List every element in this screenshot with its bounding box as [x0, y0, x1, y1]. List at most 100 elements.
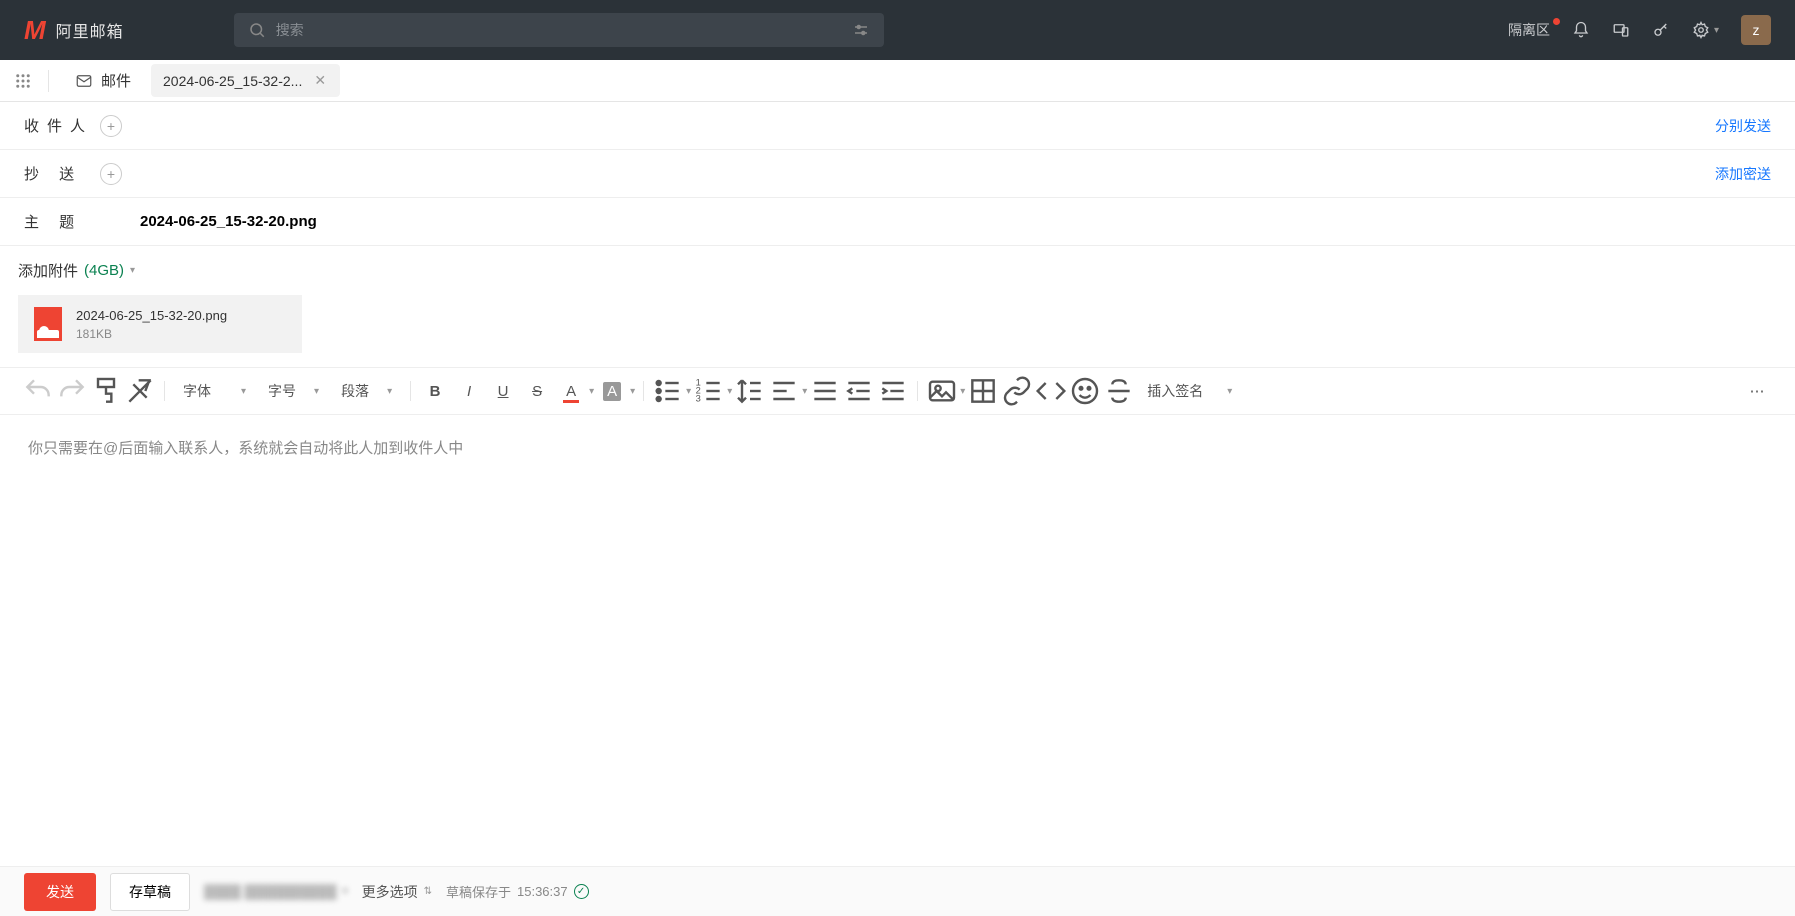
- chevron-down-icon: ▾: [241, 386, 246, 397]
- devices-icon[interactable]: [1612, 21, 1630, 39]
- add-recipient-button[interactable]: +: [100, 115, 122, 137]
- subject-input[interactable]: [100, 213, 1771, 230]
- font-size-select[interactable]: 字号▾: [258, 381, 329, 401]
- chevron-down-icon[interactable]: ▾: [686, 386, 691, 397]
- recipients-row: 收件人 + 分别发送: [0, 102, 1795, 150]
- attachment-filename: 2024-06-25_15-32-20.png: [76, 308, 227, 323]
- chevron-down-icon: ▾: [1714, 25, 1719, 36]
- cc-label: 抄 送: [24, 163, 100, 184]
- image-file-icon: [34, 307, 62, 341]
- save-draft-button[interactable]: 存草稿: [110, 873, 190, 911]
- search-input[interactable]: [276, 22, 842, 38]
- line-height-button[interactable]: [734, 375, 766, 407]
- outdent-button[interactable]: [843, 375, 875, 407]
- notification-dot-icon: [1553, 18, 1560, 25]
- to-label: 收件人: [24, 115, 100, 136]
- clear-format-button[interactable]: [124, 375, 156, 407]
- chevron-down-icon: ▾: [1227, 386, 1232, 397]
- strikethrough-button[interactable]: S: [521, 375, 553, 407]
- draft-saved-status: 草稿保存于 15:36:37 ✓: [446, 882, 589, 901]
- attachment-header[interactable]: 添加附件 (4GB) ▾: [0, 246, 1795, 295]
- attachment-limit: (4GB): [84, 262, 124, 279]
- chevron-down-icon[interactable]: ▾: [802, 386, 807, 397]
- format-painter-button[interactable]: [90, 375, 122, 407]
- tab-bar: 邮件 2024-06-25_15-32-2... ✕: [0, 60, 1795, 102]
- top-header: M 阿里邮箱 隔离区 ▾ z: [0, 0, 1795, 60]
- redo-button[interactable]: [56, 375, 88, 407]
- indent-button[interactable]: [877, 375, 909, 407]
- header-actions: 隔离区 ▾ z: [1508, 15, 1771, 45]
- bullet-list-button[interactable]: [652, 375, 684, 407]
- font-family-select[interactable]: 字体▾: [173, 381, 256, 401]
- key-icon[interactable]: [1652, 21, 1670, 39]
- tab-compose[interactable]: 2024-06-25_15-32-2... ✕: [151, 64, 340, 97]
- check-icon: ✓: [574, 884, 589, 899]
- emoji-button[interactable]: [1069, 375, 1101, 407]
- add-bcc-link[interactable]: 添加密送: [1715, 164, 1771, 184]
- chevron-down-icon[interactable]: ▾: [960, 386, 965, 397]
- undo-button[interactable]: [22, 375, 54, 407]
- code-button[interactable]: [1035, 375, 1067, 407]
- chevron-down-icon: ▾: [343, 886, 348, 897]
- apps-grid-icon[interactable]: [14, 72, 32, 90]
- subject-label: 主 题: [24, 211, 100, 232]
- separator: [917, 381, 918, 401]
- more-options-label: 更多选项: [362, 882, 418, 902]
- numbered-list-button[interactable]: 123: [693, 375, 725, 407]
- saved-time: 15:36:37: [517, 884, 568, 899]
- separator: [164, 381, 165, 401]
- saved-prefix: 草稿保存于: [446, 882, 511, 901]
- add-attachment-label: 添加附件: [18, 260, 78, 281]
- chevron-down-icon[interactable]: ▾: [630, 386, 635, 397]
- send-separately-link[interactable]: 分别发送: [1715, 116, 1771, 136]
- image-button[interactable]: [926, 375, 958, 407]
- separator: [643, 381, 644, 401]
- more-options[interactable]: 更多选项 ⇅: [362, 882, 432, 902]
- attachment-card[interactable]: 2024-06-25_15-32-20.png 181KB: [18, 295, 302, 353]
- logo[interactable]: M 阿里邮箱: [24, 15, 124, 46]
- chevron-down-icon: ▾: [314, 386, 319, 397]
- send-button[interactable]: 发送: [24, 873, 96, 911]
- chevron-down-icon[interactable]: ▾: [727, 386, 732, 397]
- sender-select[interactable]: ████ ██████████ ▾: [204, 884, 348, 899]
- tab-mail-label: 邮件: [101, 70, 131, 91]
- bold-button[interactable]: B: [419, 375, 451, 407]
- chevron-down-icon: ▾: [130, 265, 135, 276]
- italic-button[interactable]: I: [453, 375, 485, 407]
- editor-body[interactable]: 你只需要在@后面输入联系人，系统就会自动将此人加到收件人中: [0, 415, 1795, 675]
- brand-name: 阿里邮箱: [56, 18, 124, 42]
- tab-mail[interactable]: 邮件: [65, 70, 141, 91]
- attachment-info: 2024-06-25_15-32-20.png 181KB: [76, 308, 227, 341]
- font-color-button[interactable]: A: [555, 375, 587, 407]
- svg-text:3: 3: [696, 394, 701, 404]
- underline-button[interactable]: U: [487, 375, 519, 407]
- link-button[interactable]: [1001, 375, 1033, 407]
- chevron-down-icon: ▾: [387, 386, 392, 397]
- editor-toolbar: 字体▾ 字号▾ 段落▾ B I U S A ▾ A ▾ ▾ 123 ▾ ▾ ▾ …: [0, 367, 1795, 415]
- subject-row: 主 题: [0, 198, 1795, 246]
- align-button[interactable]: [768, 375, 800, 407]
- settings-menu[interactable]: ▾: [1692, 21, 1719, 39]
- signature-select[interactable]: 插入签名▾: [1137, 381, 1242, 401]
- add-cc-button[interactable]: +: [100, 163, 122, 185]
- search-bar[interactable]: [234, 13, 884, 47]
- close-icon[interactable]: ✕: [312, 70, 328, 91]
- sender-masked: ████ ██████████: [204, 884, 337, 899]
- strikethrough-format-button[interactable]: [1103, 375, 1135, 407]
- logo-icon: M: [24, 15, 46, 46]
- quarantine-label: 隔离区: [1508, 22, 1550, 38]
- bell-icon[interactable]: [1572, 21, 1590, 39]
- editor-placeholder: 你只需要在@后面输入联系人，系统就会自动将此人加到收件人中: [28, 440, 463, 457]
- chevron-down-icon[interactable]: ▾: [589, 386, 594, 397]
- align-justify-button[interactable]: [809, 375, 841, 407]
- gear-icon: [1692, 21, 1710, 39]
- chevron-updown-icon: ⇅: [424, 886, 432, 897]
- separator: [410, 381, 411, 401]
- paragraph-select[interactable]: 段落▾: [331, 381, 402, 401]
- more-toolbar-button[interactable]: ⋯: [1741, 375, 1773, 407]
- search-options-icon[interactable]: [852, 21, 870, 39]
- bg-color-button[interactable]: A: [596, 375, 628, 407]
- table-button[interactable]: [967, 375, 999, 407]
- avatar[interactable]: z: [1741, 15, 1771, 45]
- quarantine-link[interactable]: 隔离区: [1508, 20, 1550, 40]
